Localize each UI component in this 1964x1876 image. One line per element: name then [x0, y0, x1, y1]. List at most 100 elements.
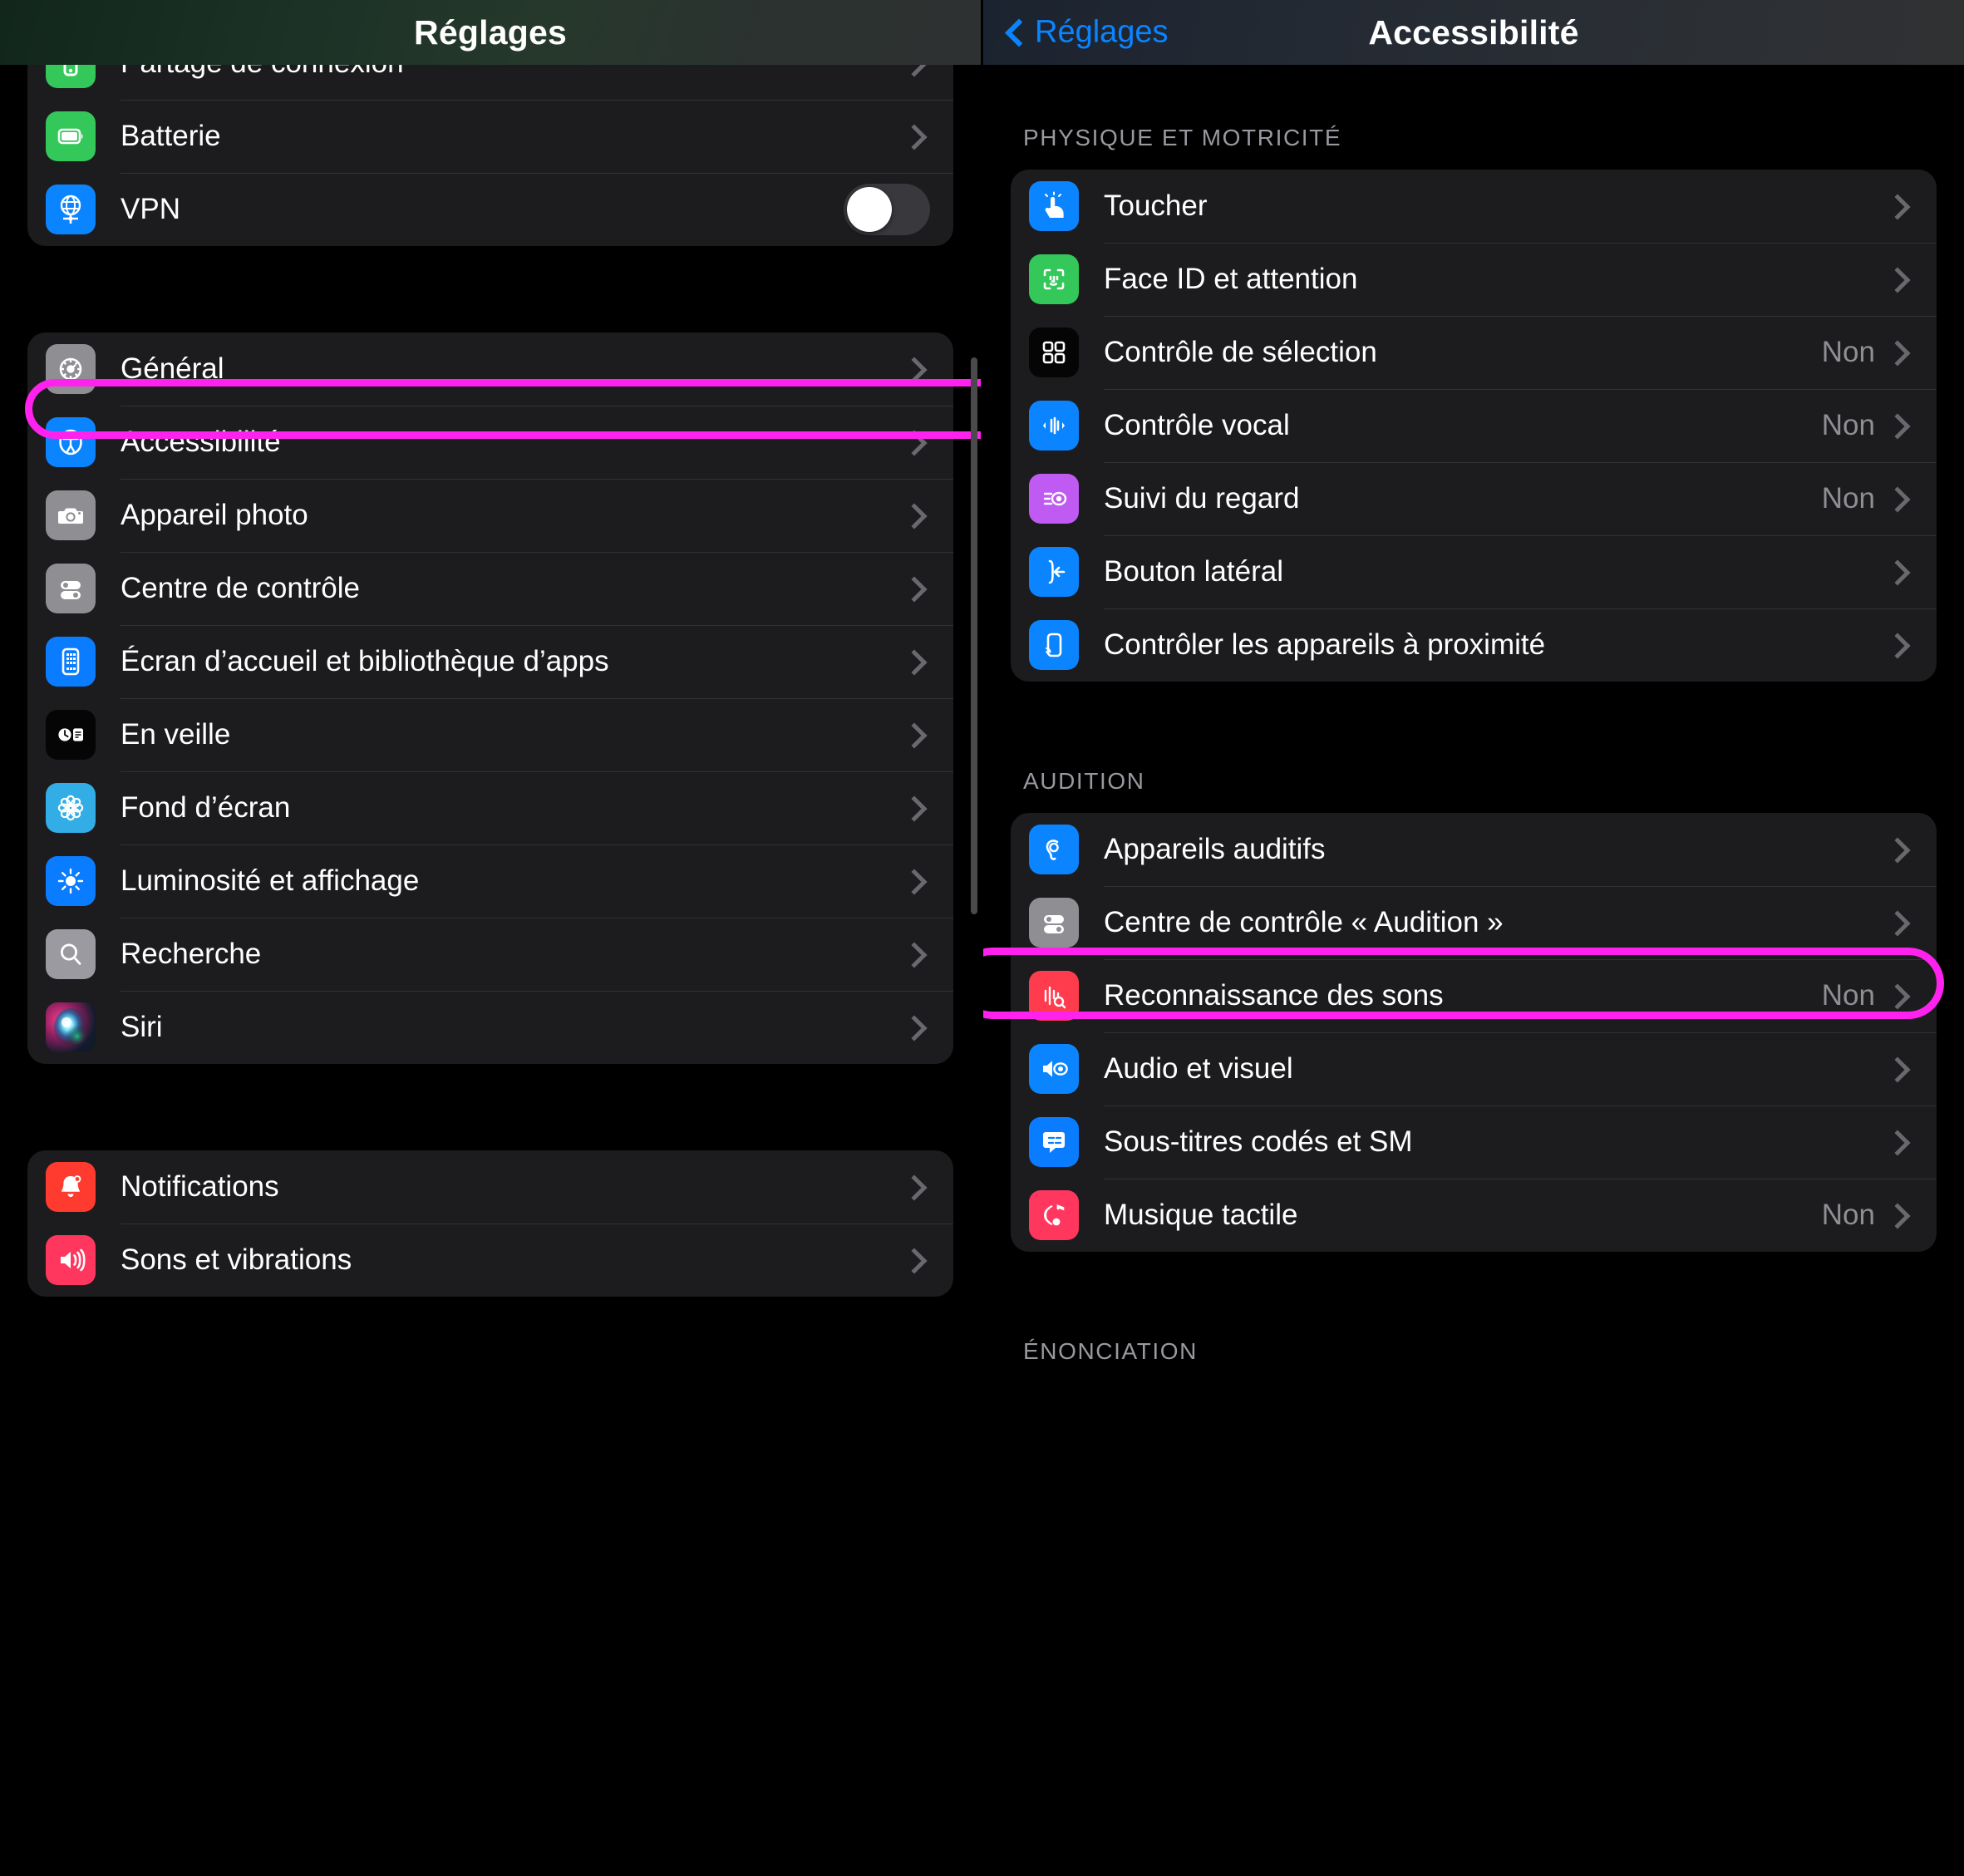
- section-header-speech: ÉNONCIATION: [1023, 1338, 1198, 1364]
- list-item-touch[interactable]: Toucher: [1011, 170, 1937, 243]
- control-center-icon: [1029, 898, 1079, 948]
- switch-control-icon: [1029, 327, 1079, 377]
- list-item-label: Batterie: [121, 120, 221, 152]
- list-item-label: Reconnaissance des sons: [1104, 979, 1444, 1012]
- list-item-side-button[interactable]: Bouton latéral: [1011, 535, 1937, 608]
- sidebar-item-search[interactable]: Recherche: [27, 918, 953, 991]
- battery-icon: [46, 111, 96, 161]
- chevron-right-icon: [907, 503, 932, 528]
- chevron-right-icon: [907, 1248, 932, 1273]
- list-item-label: Centre de contrôle: [121, 572, 360, 604]
- sidebar-item-camera[interactable]: Appareil photo: [27, 479, 953, 552]
- audio-visual-icon: [1029, 1044, 1079, 1094]
- siri-orb-icon: [46, 1002, 96, 1052]
- vpn-toggle[interactable]: [844, 184, 930, 235]
- list-item-label: Centre de contrôle « Audition »: [1104, 906, 1504, 938]
- sidebar-item-accessibility[interactable]: Accessibilité: [27, 406, 953, 479]
- settings-scroll-area[interactable]: Partage de connexion Batterie: [0, 27, 981, 1876]
- wallpaper-flower-icon: [46, 783, 96, 833]
- settings-navbar: Réglages: [0, 0, 981, 65]
- vertical-scrollbar[interactable]: [971, 357, 977, 914]
- list-item-nearby-devices[interactable]: Contrôler les appareils à proximité: [1011, 608, 1937, 682]
- list-item-haptic-music[interactable]: Musique tactile Non: [1011, 1179, 1937, 1252]
- sidebar-item-siri[interactable]: Siri: [27, 991, 953, 1064]
- closed-captions-icon: [1029, 1117, 1079, 1167]
- chevron-right-icon: [907, 124, 932, 149]
- sidebar-item-notifications[interactable]: Notifications: [27, 1150, 953, 1224]
- settings-panel: Réglages Partage de connexion Batterie: [0, 0, 981, 1876]
- chevron-right-icon: [1890, 1203, 1915, 1228]
- list-item-eye-tracking[interactable]: Suivi du regard Non: [1011, 462, 1937, 535]
- accessibility-icon: [46, 417, 96, 467]
- list-item-sound-recognition[interactable]: Reconnaissance des sons Non: [1011, 959, 1937, 1032]
- sidebar-item-home-screen[interactable]: Écran d’accueil et bibliothèque d’apps: [27, 625, 953, 698]
- sound-recognition-icon: [1029, 971, 1079, 1021]
- camera-icon: [46, 490, 96, 540]
- chevron-right-icon: [1890, 340, 1915, 365]
- speaker-waves-icon: [46, 1235, 96, 1285]
- brightness-sun-icon: [46, 856, 96, 906]
- list-item-label: Général: [121, 352, 224, 385]
- list-item[interactable]: VPN: [27, 173, 953, 246]
- eye-tracking-icon: [1029, 474, 1079, 524]
- face-id-icon: [1029, 254, 1079, 304]
- chevron-right-icon: [907, 430, 932, 455]
- top-spacer: [983, 65, 1964, 125]
- haptic-music-icon: [1029, 1190, 1079, 1240]
- sidebar-item-brightness[interactable]: Luminosité et affichage: [27, 844, 953, 918]
- list-item[interactable]: Batterie: [27, 100, 953, 173]
- list-item-hearing-control-center[interactable]: Centre de contrôle « Audition »: [1011, 886, 1937, 959]
- chevron-right-icon: [907, 1015, 932, 1040]
- chevron-right-icon: [907, 795, 932, 820]
- section-header-physical: PHYSIQUE ET MOTRICITÉ: [1023, 125, 1342, 150]
- dual-screenshot-container: Réglages Partage de connexion Batterie: [0, 0, 1964, 1876]
- list-item-value: Non: [1821, 1199, 1875, 1231]
- list-item-label: Sons et vibrations: [121, 1243, 352, 1276]
- list-item-label: Recherche: [121, 938, 262, 970]
- list-item-voice-control[interactable]: Contrôle vocal Non: [1011, 389, 1937, 462]
- chevron-right-icon: [1890, 194, 1915, 219]
- chevron-right-icon: [1890, 633, 1915, 657]
- touch-hand-icon: [1029, 181, 1079, 231]
- list-item-hearing-devices[interactable]: Appareils auditifs: [1011, 813, 1937, 886]
- sidebar-item-general[interactable]: Général: [27, 332, 953, 406]
- list-item-value: Non: [1821, 482, 1875, 515]
- chevron-right-icon: [1890, 1056, 1915, 1081]
- accessibility-scroll-area[interactable]: PHYSIQUE ET MOTRICITÉ Toucher Face ID et…: [983, 65, 1964, 1876]
- settings-group-system: Général Accessibilité Appareil photo Cen…: [27, 332, 953, 1064]
- sidebar-item-wallpaper[interactable]: Fond d’écran: [27, 771, 953, 844]
- toggle-knob: [847, 187, 892, 232]
- list-item-label: Sous-titres codés et SM: [1104, 1125, 1413, 1158]
- sidebar-item-standby[interactable]: En veille: [27, 698, 953, 771]
- side-button-icon: [1029, 547, 1079, 597]
- list-item-audio-visual[interactable]: Audio et visuel: [1011, 1032, 1937, 1105]
- chevron-right-icon: [1890, 267, 1915, 292]
- hearing-aid-icon: [1029, 825, 1079, 874]
- chevron-right-icon: [907, 649, 932, 674]
- chevron-right-icon: [907, 357, 932, 382]
- control-center-icon: [46, 564, 96, 613]
- section-audition-group: Appareils auditifs Centre de contrôle « …: [1011, 813, 1937, 1252]
- vpn-globe-icon: [46, 185, 96, 234]
- list-item-label: Appareil photo: [121, 499, 308, 531]
- list-item-face-id[interactable]: Face ID et attention: [1011, 243, 1937, 316]
- list-item-value: Non: [1821, 409, 1875, 441]
- sidebar-item-control-center[interactable]: Centre de contrôle: [27, 552, 953, 625]
- accessibility-panel: Réglages Accessibilité PHYSIQUE ET MOTRI…: [983, 0, 1964, 1876]
- voice-control-icon: [1029, 401, 1079, 451]
- chevron-right-icon: [907, 1174, 932, 1199]
- section-physical-group: Toucher Face ID et attention Contrôle de…: [1011, 170, 1937, 682]
- back-button[interactable]: Réglages: [1007, 15, 1169, 51]
- list-item-closed-captions[interactable]: Sous-titres codés et SM: [1011, 1105, 1937, 1179]
- chevron-left-icon: [1007, 17, 1025, 48]
- sidebar-item-sounds[interactable]: Sons et vibrations: [27, 1224, 953, 1297]
- list-item-label: Siri: [121, 1011, 163, 1043]
- list-item-label: Toucher: [1104, 190, 1208, 222]
- chevron-right-icon: [907, 722, 932, 747]
- list-item-switch-control[interactable]: Contrôle de sélection Non: [1011, 316, 1937, 389]
